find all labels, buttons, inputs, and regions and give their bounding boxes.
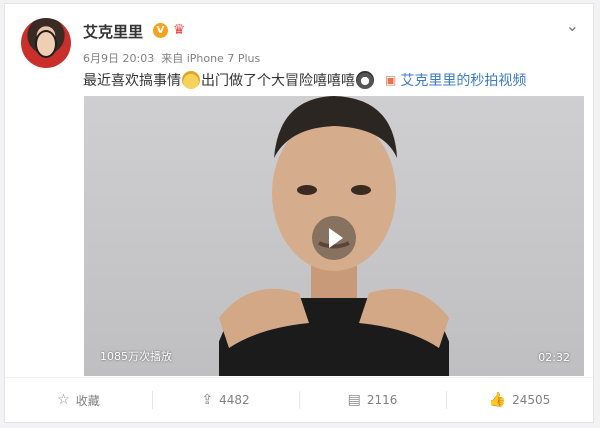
- favorite-button[interactable]: ☆ 收藏: [5, 378, 152, 422]
- video-link[interactable]: ▣ 艾克里里的秒拍视频: [385, 70, 526, 90]
- post-meta: 6月9日 20:03 来自 iPhone 7 Plus: [83, 50, 260, 66]
- video-link-label: 艾克里里的秒拍视频: [400, 73, 527, 89]
- post-source: 来自 iPhone 7 Plus: [161, 52, 261, 65]
- star-icon: ☆: [57, 392, 70, 408]
- play-count: 1085万次播放: [100, 350, 172, 363]
- video-link-icon: ▣: [385, 73, 397, 87]
- chevron-down-icon[interactable]: ⌄: [566, 16, 579, 35]
- post-text-part2: 出门做了个大冒险嘻嘻嘻: [201, 73, 355, 89]
- repost-button[interactable]: ⇪ 4482: [152, 378, 299, 422]
- action-bar: ☆ 收藏 ⇪ 4482 ▤ 2116 👍 24505: [5, 377, 593, 422]
- video-player[interactable]: 1085万次播放 02:32: [84, 96, 584, 376]
- comment-button[interactable]: ▤ 2116: [299, 378, 446, 422]
- like-button[interactable]: 👍 24505: [446, 378, 593, 422]
- husky-emoji-icon: [356, 71, 374, 89]
- verified-badge-icon: V: [153, 23, 168, 38]
- play-button[interactable]: [312, 216, 356, 260]
- repost-count: 4482: [219, 393, 250, 407]
- post-text-part1: 最近喜欢搞事情: [83, 73, 181, 89]
- member-crown-icon: ♛: [172, 22, 186, 38]
- like-count: 24505: [512, 393, 551, 407]
- favorite-label: 收藏: [75, 393, 100, 408]
- weibo-post-card: 艾克里里 V ♛ ⌄ 6月9日 20:03 来自 iPhone 7 Plus 最…: [4, 3, 594, 423]
- comment-count: 2116: [366, 393, 398, 407]
- doge-emoji-icon: [182, 71, 200, 89]
- post-text: 最近喜欢搞事情 出门做了个大冒险嘻嘻嘻 ▣ 艾克里里的秒拍视频: [83, 70, 526, 90]
- thumbs-up-icon: 👍: [488, 392, 507, 408]
- username[interactable]: 艾克里里: [83, 21, 143, 42]
- avatar[interactable]: [21, 18, 71, 68]
- comment-icon: ▤: [347, 392, 361, 408]
- share-icon: ⇪: [201, 392, 214, 408]
- video-duration: 02:32: [538, 351, 570, 364]
- post-timestamp[interactable]: 6月9日 20:03: [83, 52, 154, 65]
